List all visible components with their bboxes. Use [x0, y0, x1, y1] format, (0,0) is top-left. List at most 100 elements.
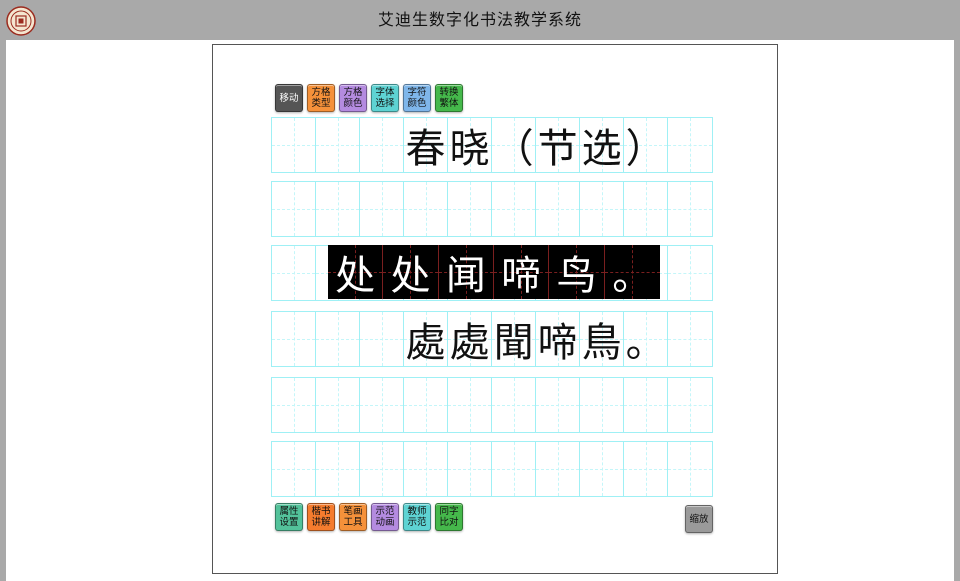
grid-cell[interactable]: 處 [448, 312, 493, 366]
grid-character [668, 182, 712, 236]
grid-cell[interactable]: 啼 [536, 312, 581, 366]
grid-character [272, 378, 315, 432]
grid-cell[interactable] [360, 378, 405, 432]
grid-cell[interactable]: 鳥 [580, 312, 625, 366]
grid-cell[interactable] [492, 182, 537, 236]
grid-cell[interactable] [404, 182, 449, 236]
grid-character [492, 182, 535, 236]
grid-character [536, 442, 579, 496]
grid-character [448, 378, 491, 432]
grid-cell[interactable]: 處 [404, 312, 449, 366]
grid-cell[interactable]: 春 [404, 118, 449, 172]
grid-cell[interactable] [272, 118, 317, 172]
grid-character [272, 442, 315, 496]
grid-cell[interactable] [668, 182, 712, 236]
toolbar-stroke-tools-button[interactable]: 笔画工具 [339, 503, 367, 531]
toolbar-teacher-demo-button[interactable]: 教师示范 [403, 503, 431, 531]
grid-cell[interactable] [624, 182, 669, 236]
grid-character [272, 182, 315, 236]
grid-cell[interactable] [360, 182, 405, 236]
grid-cell[interactable] [668, 378, 712, 432]
grid-cell[interactable]: 聞 [492, 312, 537, 366]
practice-sheet[interactable]: 移动 方格类型 方格颜色 字体选择 字符颜色 转换繁体 春晓（节选） 處處聞啼鳥。 处处闻啼… [212, 44, 778, 574]
grid-character: 鳥 [581, 320, 622, 366]
grid-character [404, 378, 447, 432]
toolbar-char-color-button[interactable]: 字符颜色 [403, 84, 431, 112]
grid-cell[interactable] [624, 378, 669, 432]
grid-row: 處處聞啼鳥。 [271, 311, 713, 367]
grid-character: 處 [449, 320, 490, 366]
grid-character [580, 442, 623, 496]
grid-row [271, 181, 713, 237]
grid-character [448, 182, 491, 236]
grid-character [668, 312, 712, 366]
grid-cell[interactable] [536, 378, 581, 432]
grid-cell[interactable] [580, 182, 625, 236]
toolbar-move-button[interactable]: 移动 [275, 84, 303, 112]
grid-cell[interactable] [316, 182, 361, 236]
grid-cell[interactable] [536, 442, 581, 496]
grid-cell[interactable] [668, 118, 712, 172]
app-title: 艾迪生数字化书法教学系统 [377, 10, 582, 29]
highlight-character: 闻 [445, 253, 486, 299]
top-toolbar: 移动 方格类型 方格颜色 字体选择 字符颜色 转换繁体 [275, 84, 467, 112]
grid-row [271, 441, 713, 497]
grid-cell[interactable] [272, 378, 317, 432]
grid-character [316, 118, 359, 172]
grid-cell[interactable] [668, 246, 712, 300]
highlight-cell: 处 [383, 245, 439, 299]
grid-cell[interactable] [668, 442, 712, 496]
grid-cell[interactable] [272, 442, 317, 496]
grid-cell[interactable] [272, 312, 317, 366]
grid-cell[interactable]: 选 [580, 118, 625, 172]
grid-cell[interactable] [448, 182, 493, 236]
grid-cell[interactable] [272, 182, 317, 236]
grid-cell[interactable] [448, 442, 493, 496]
toolbar-properties-button[interactable]: 属性设置 [275, 503, 303, 531]
toolbar-grid-color-button[interactable]: 方格颜色 [339, 84, 367, 112]
simplified-text-highlight[interactable]: 处处闻啼鸟。 [328, 245, 661, 299]
grid-cell[interactable] [360, 312, 405, 366]
highlight-cell: 鸟 [549, 245, 605, 299]
grid-character [316, 312, 359, 366]
grid-cell[interactable]: 节 [536, 118, 581, 172]
toolbar-font-select-button[interactable]: 字体选择 [371, 84, 399, 112]
toolbar-char-compare-button[interactable]: 同字比对 [435, 503, 463, 531]
grid-cell[interactable] [492, 442, 537, 496]
bottom-toolbar: 属性设置 楷书讲解 笔画工具 示范动画 教师示范 同字比对 [275, 503, 467, 531]
grid-cell[interactable]: 晓 [448, 118, 493, 172]
grid-cell[interactable] [316, 378, 361, 432]
grid-cell[interactable]: （ [492, 118, 537, 172]
grid-cell[interactable] [316, 442, 361, 496]
toolbar-traditional-convert-button[interactable]: 转换繁体 [435, 84, 463, 112]
grid-cell[interactable] [624, 442, 669, 496]
toolbar-kaishu-explain-button[interactable]: 楷书讲解 [307, 503, 335, 531]
grid-cell[interactable]: 。 [624, 312, 669, 366]
grid-cell[interactable] [492, 378, 537, 432]
highlight-cell: 啼 [493, 245, 550, 299]
grid-character [624, 182, 667, 236]
grid-character [360, 118, 403, 172]
grid-character [492, 442, 535, 496]
grid-character [624, 378, 667, 432]
grid-cell[interactable] [404, 442, 449, 496]
grid-cell[interactable] [448, 378, 493, 432]
grid-cell[interactable] [360, 442, 405, 496]
grid-character [404, 182, 447, 236]
grid-character [316, 442, 359, 496]
grid-cell[interactable] [316, 312, 361, 366]
grid-cell[interactable] [316, 118, 361, 172]
grid-cell[interactable]: ） [624, 118, 669, 172]
zoom-button[interactable]: 缩放 [685, 505, 713, 533]
toolbar-demo-animation-button[interactable]: 示范动画 [371, 503, 399, 531]
grid-cell[interactable] [536, 182, 581, 236]
grid-cell[interactable] [404, 378, 449, 432]
grid-cell[interactable] [580, 378, 625, 432]
grid-character: 晓 [449, 126, 490, 172]
grid-cell[interactable] [580, 442, 625, 496]
grid-cell[interactable] [272, 246, 317, 300]
grid-character [536, 182, 579, 236]
toolbar-grid-type-button[interactable]: 方格类型 [307, 84, 335, 112]
grid-cell[interactable] [668, 312, 712, 366]
grid-cell[interactable] [360, 118, 405, 172]
